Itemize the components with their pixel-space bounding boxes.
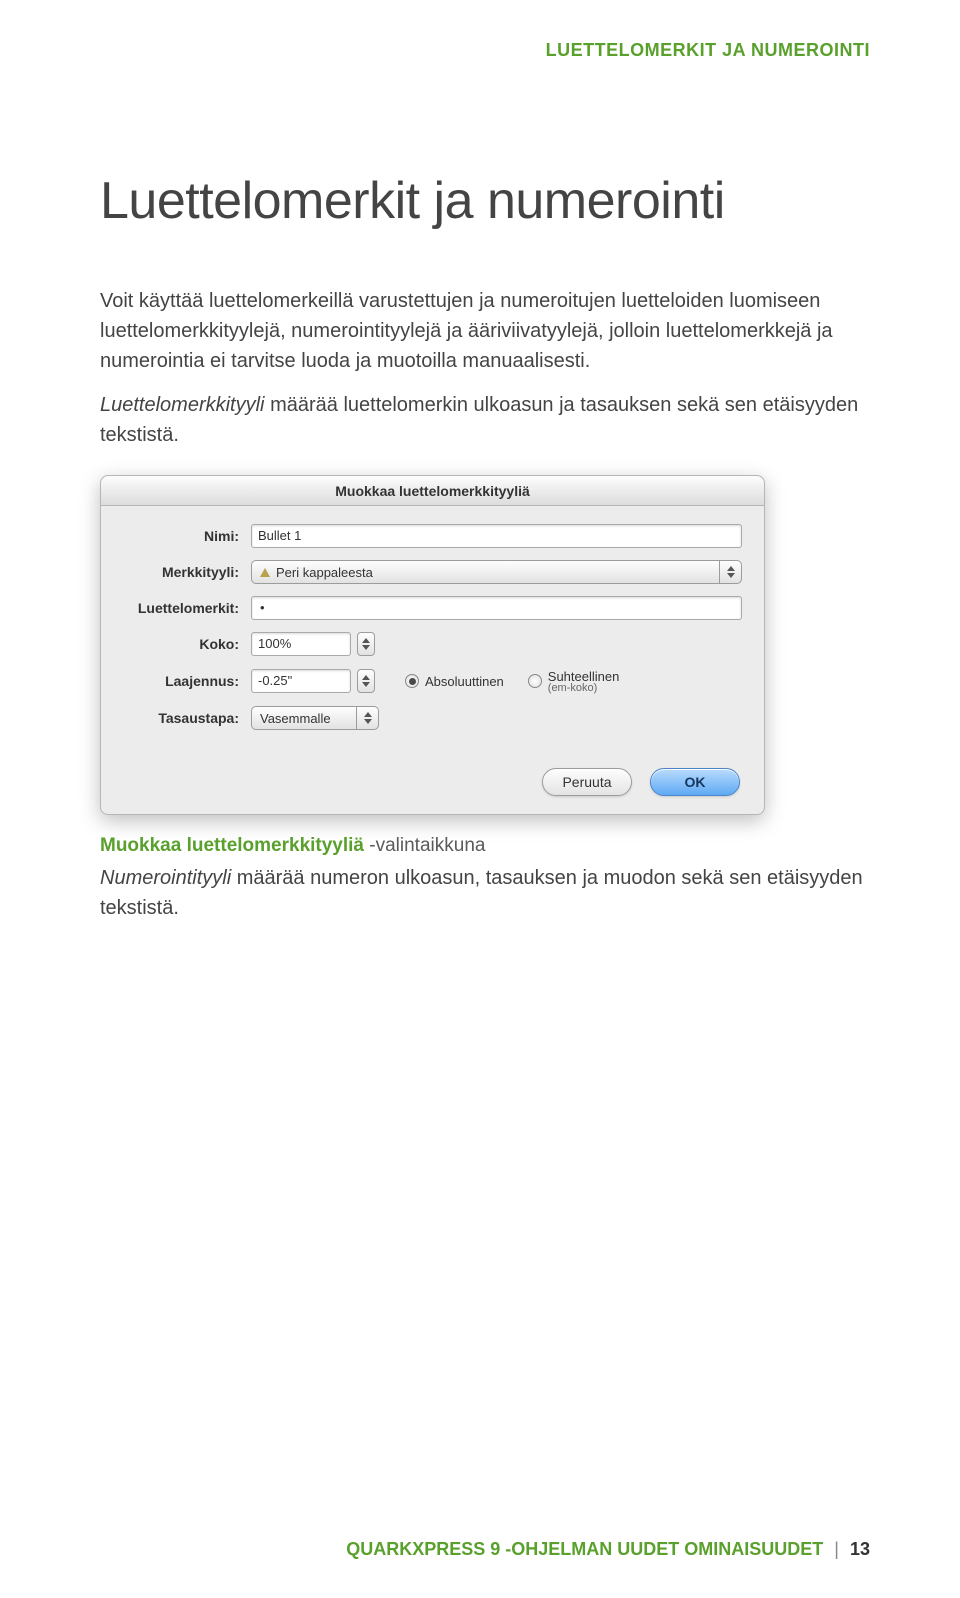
figure-caption: Muokkaa luettelomerkkityyliä -valintaikk…	[100, 835, 870, 857]
ok-button[interactable]: OK	[650, 768, 740, 796]
tasaustapa-value: Vasemmalle	[260, 711, 331, 726]
koko-field[interactable]: 100%	[251, 632, 351, 656]
luettelomerkit-field[interactable]	[251, 596, 742, 620]
page-number: 13	[850, 1539, 870, 1559]
laajennus-stepper[interactable]	[357, 669, 375, 693]
koko-stepper[interactable]	[357, 632, 375, 656]
caption-suffix: -valintaikkuna	[364, 835, 485, 856]
dialog-screenshot: Muokkaa luettelomerkkityyliä Nimi: Bulle…	[100, 475, 870, 815]
term-numerointityyli: Numerointityyli	[100, 867, 231, 889]
radio-absoluuttinen-label: Absoluuttinen	[425, 674, 504, 689]
cancel-button[interactable]: Peruuta	[542, 768, 632, 796]
label-koko: Koko:	[123, 636, 251, 652]
running-head: LUETTELOMERKIT JA NUMEROINTI	[100, 40, 870, 61]
radio-absoluuttinen[interactable]	[405, 674, 419, 688]
term-luettelomerkkityyli: Luettelomerkkityyli	[100, 394, 265, 416]
nimi-field[interactable]: Bullet 1	[251, 524, 742, 548]
tasaustapa-select[interactable]: Vasemmalle	[251, 706, 379, 730]
label-merkkityyli: Merkkityyli:	[123, 564, 251, 580]
laajennus-field[interactable]: -0.25"	[251, 669, 351, 693]
merkkityyli-select[interactable]: Peri kappaleesta	[251, 560, 742, 584]
chevron-updown-icon	[719, 561, 741, 583]
numbering-style-paragraph: Numerointityyli määrää numeron ulkoasun,…	[100, 863, 870, 923]
chevron-updown-icon	[356, 707, 378, 729]
page-title: Luettelomerkit ja numerointi	[100, 171, 870, 231]
footer-separator: |	[834, 1539, 839, 1559]
style-description-paragraph: Luettelomerkkityyli määrää luettelomerki…	[100, 390, 870, 450]
label-laajennus: Laajennus:	[123, 673, 251, 689]
label-nimi: Nimi:	[123, 528, 251, 544]
footer-text: QUARKXPRESS 9 -OHJELMAN UUDET OMINAISUUD…	[346, 1539, 823, 1559]
radio-suhteellinen[interactable]	[528, 674, 542, 688]
dialog-title: Muokkaa luettelomerkkityyliä	[101, 476, 764, 506]
warning-icon	[260, 568, 270, 577]
radio-suhteellinen-group[interactable]: Suhteellinen (em-koko)	[528, 668, 620, 694]
page-footer: QUARKXPRESS 9 -OHJELMAN UUDET OMINAISUUD…	[346, 1539, 870, 1560]
caption-strong: Muokkaa luettelomerkkityyliä	[100, 835, 364, 856]
label-luettelomerkit: Luettelomerkit:	[123, 600, 251, 616]
merkkityyli-value: Peri kappaleesta	[276, 565, 373, 580]
radio-absoluuttinen-group[interactable]: Absoluuttinen	[405, 674, 504, 689]
label-tasaustapa: Tasaustapa:	[123, 710, 251, 726]
intro-paragraph: Voit käyttää luettelomerkeillä varustett…	[100, 286, 870, 376]
edit-bullet-style-dialog: Muokkaa luettelomerkkityyliä Nimi: Bulle…	[100, 475, 765, 815]
